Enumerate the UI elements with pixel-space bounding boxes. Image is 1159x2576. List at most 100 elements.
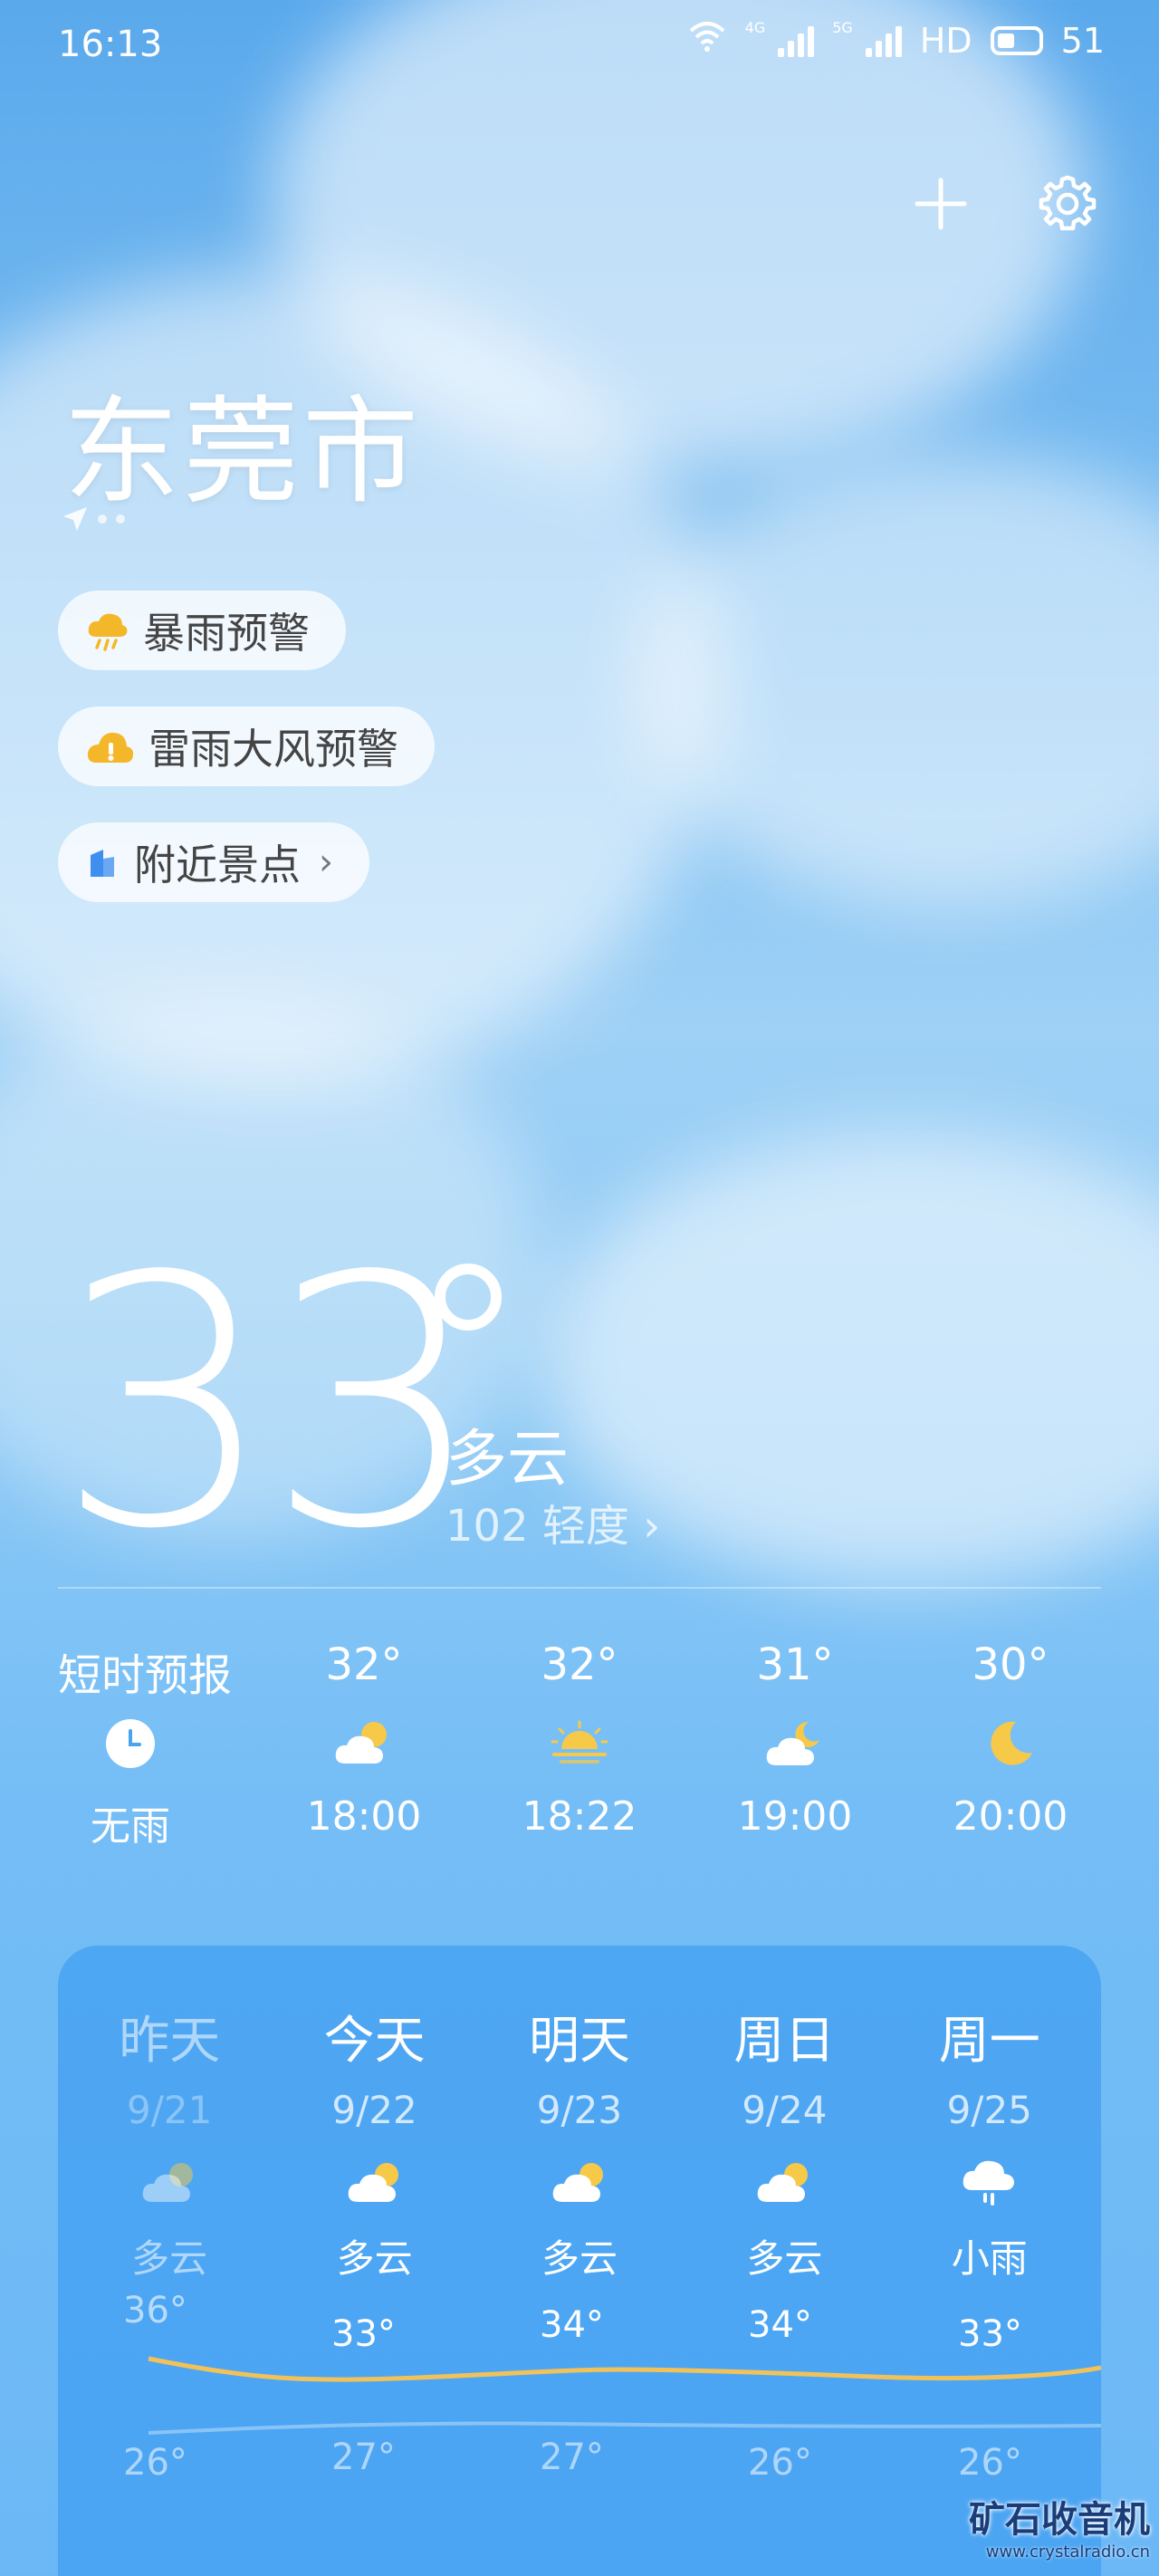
hour-label: 20:00 [953,1793,1068,1840]
hour-temp: 30° [972,1639,1049,1690]
status-icons: 4G 5G HD 51 [687,19,1105,61]
location-indicator [62,505,125,533]
daily-list: 昨天 9/21 多云 今天 9/22 多云 明天 9/23 多云 周日 9/24… [58,2000,1101,2283]
high-temp: 34° [748,2304,812,2346]
day-item-tomorrow[interactable]: 明天 9/23 多云 [489,2000,670,2283]
air-quality-link[interactable]: 102 轻度 › [445,1490,660,1553]
short-term-label: 无雨 [91,1803,170,1850]
header-actions [909,172,1099,235]
high-temp: 36° [123,2290,187,2331]
chevron-right-icon: › [643,1501,661,1552]
day-name: 今天 [323,2012,426,2071]
wifi-icon [687,20,727,61]
night-weather: 小雨 [281,2571,462,2576]
hour-item: 30° 20:00 [920,1639,1101,1851]
low-temp: 27° [331,2437,396,2478]
page-dot [116,514,125,524]
night-weather: 多云 [489,2571,670,2576]
sunset-icon [547,1694,612,1793]
temperature-trend: 36° 33° 34° 34° 33° 26° 27° 27° 26° 26° [58,2290,1101,2562]
current-temperature: 33 [56,1203,485,1604]
thunderstorm-wind-warning-icon [87,732,134,763]
watermark: 矿石收音机 www.crystalradio.cn [969,2490,1150,2562]
network-4g-label: 4G [744,19,766,36]
partly-cloudy-icon [332,1694,396,1793]
page-dot [98,514,107,524]
day-weather: 多云 [746,2236,823,2281]
day-item-today[interactable]: 今天 9/22 多云 [284,2000,465,2283]
hour-label: 19:00 [737,1793,853,1840]
partly-cloudy-icon [139,2138,199,2228]
hour-item: 32° 18:22 [489,1639,670,1851]
day-date: 9/24 [742,2088,828,2132]
night-weather: 多云 [72,2571,253,2576]
day-date: 9/25 [946,2088,1032,2132]
low-temp: 26° [123,2442,187,2484]
hour-label: 18:22 [522,1793,637,1840]
battery-level: 51 [1060,20,1105,61]
day-date: 9/23 [536,2088,623,2132]
day-name: 周一 [938,2012,1040,2071]
short-term-forecast[interactable]: 短时预报 无雨 [58,1639,239,1851]
day-item-yesterday[interactable]: 昨天 9/21 多云 [79,2000,260,2283]
light-rain-icon [960,2138,1020,2228]
night-weather: 小雨 [697,2571,878,2576]
hour-label: 18:00 [306,1793,422,1840]
high-temp: 33° [331,2313,396,2355]
signal-4g-icon [778,24,815,57]
hourly-forecast[interactable]: 短时预报 无雨 32° 18:00 32° 18:22 31° 19:00 30… [58,1639,1101,1851]
day-name: 明天 [528,2012,630,2071]
day-date: 9/22 [331,2088,417,2132]
chevron-right-icon: › [319,841,333,883]
day-weather: 多云 [541,2236,618,2281]
hour-temp: 32° [541,1639,618,1690]
nearby-attractions-pill[interactable]: 附近景点 › [58,822,369,902]
low-temp: 26° [748,2442,812,2484]
clock-icon [58,1694,239,1793]
signal-5g-icon [865,24,902,57]
alert-label: 雷雨大风预警 [148,725,398,774]
high-temp: 33° [958,2313,1022,2355]
high-temp-line [148,2356,1101,2382]
add-city-button[interactable] [909,172,972,235]
day-name: 昨天 [119,2012,221,2071]
city-name[interactable]: 东莞市 [63,358,422,525]
moon-icon [985,1694,1036,1793]
night-weather: 小雨 [906,2571,1087,2576]
alert-label: 暴雨预警 [143,609,310,658]
current-condition: 多云 [445,1424,570,1495]
night-weather-row: 多云 小雨 多云 小雨 小雨 [58,2571,1101,2576]
high-temp: 34° [540,2304,604,2346]
hd-label: HD [919,20,972,61]
battery-icon [990,25,1043,55]
low-temp: 26° [958,2442,1022,2484]
watermark-url: www.crystalradio.cn [985,2542,1150,2562]
day-item-monday[interactable]: 周一 9/25 小雨 [899,2000,1080,2283]
partly-cloudy-icon [345,2138,405,2228]
hour-temp: 31° [756,1639,834,1690]
thunderstorm-wind-warning-pill[interactable]: 雷雨大风预警 [58,706,435,786]
partly-cloudy-icon [754,2138,814,2228]
day-name: 周日 [733,2012,836,2071]
day-item-sunday[interactable]: 周日 9/24 多云 [694,2000,875,2283]
low-temp: 27° [540,2437,604,2478]
status-bar: 16:13 4G 5G HD 51 [0,0,1159,91]
hour-temp: 32° [325,1639,403,1690]
settings-button[interactable] [1036,172,1099,235]
status-time: 16:13 [58,24,163,65]
partly-cloudy-night-icon [763,1694,827,1793]
short-term-title: 短时预报 [58,1650,233,1701]
nearby-label: 附近景点 [134,841,301,889]
network-5g-label: 5G [832,19,853,36]
divider [58,1587,1101,1589]
daily-forecast-card[interactable]: 昨天 9/21 多云 今天 9/22 多云 明天 9/23 多云 周日 9/24… [58,1946,1101,2576]
partly-cloudy-icon [550,2138,609,2228]
hour-item: 31° 19:00 [704,1639,886,1851]
heavy-rain-warning-pill[interactable]: 暴雨预警 [58,591,346,670]
location-arrow-icon [63,507,87,531]
heavy-rain-warning-icon [88,613,128,651]
degree-symbol [435,1264,502,1331]
hour-item: 32° 18:00 [273,1639,455,1851]
day-weather: 多云 [336,2236,413,2281]
gear-icon [1039,175,1097,231]
